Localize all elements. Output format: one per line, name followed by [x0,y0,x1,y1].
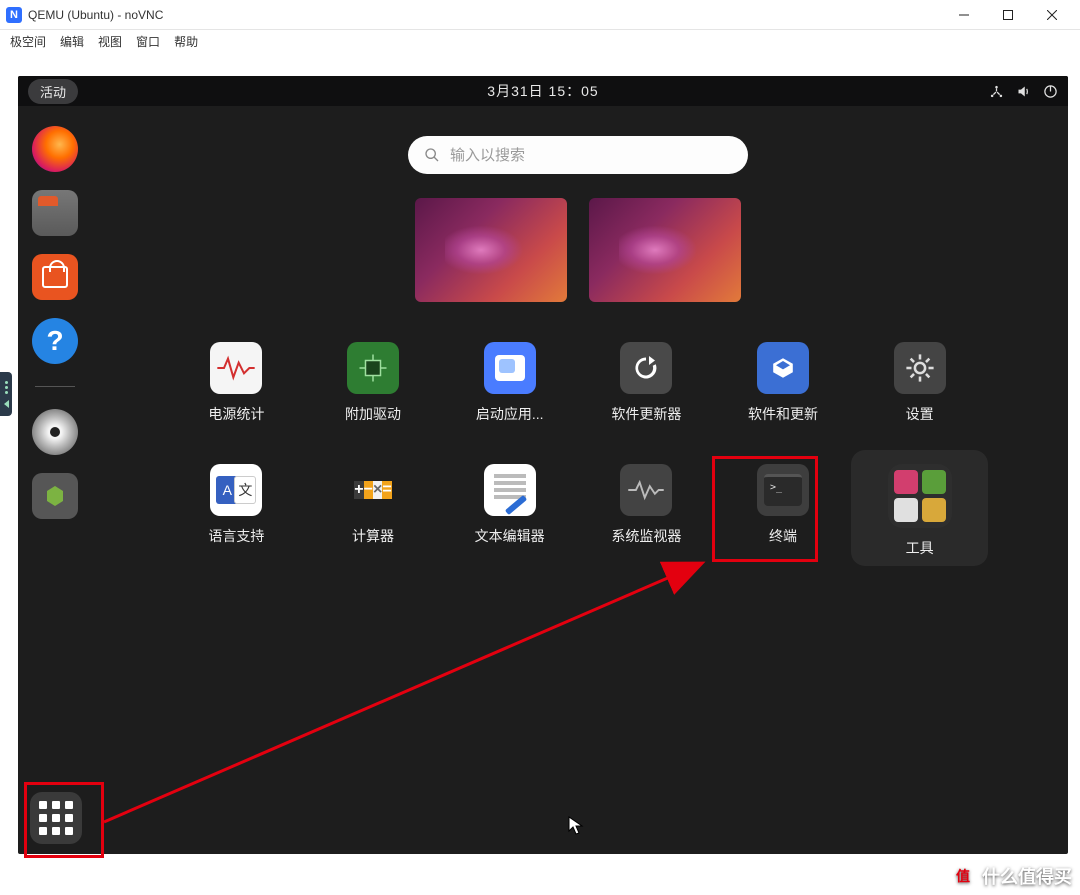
volume-icon [1016,84,1031,99]
clock[interactable]: 3月31日 15：05 [487,81,598,101]
workspace-thumbnail[interactable] [415,198,567,302]
dock-help[interactable]: ? [32,318,78,364]
app-terminal[interactable]: 终端 [715,464,852,566]
system-monitor-icon [620,464,672,516]
watermark-badge: 值 [950,863,976,889]
startup-apps-icon [484,342,536,394]
dock-disk[interactable] [32,409,78,455]
menu-item[interactable]: 视图 [98,33,122,50]
search-icon [424,147,440,163]
ubuntu-desktop: 活动 3月31日 15：05 ? [18,76,1068,854]
menu-bar: 极空间 编辑 视图 窗口 帮助 [0,30,1080,52]
app-language-support[interactable]: A文 语言支持 [168,464,305,566]
dock-firefox[interactable] [32,126,78,172]
novnc-panel-tab[interactable] [0,372,12,416]
power-icon [1043,84,1058,99]
dock-files[interactable] [32,190,78,236]
app-software-updater[interactable]: 软件更新器 [578,342,715,424]
gnome-top-bar: 活动 3月31日 15：05 [18,76,1068,106]
application-grid: 电源统计 附加驱动 启动应用... 软件更新器 [168,342,988,566]
menu-item[interactable]: 极空间 [10,33,46,50]
dock-separator [35,386,75,387]
dock: ? [26,114,84,519]
app-power-statistics[interactable]: 电源统计 [168,342,305,424]
menu-item[interactable]: 窗口 [136,33,160,50]
text-editor-icon [484,464,536,516]
app-text-editor[interactable]: 文本编辑器 [441,464,578,566]
mouse-cursor [568,816,584,841]
tools-folder-icon [888,464,952,528]
drivers-icon [347,342,399,394]
watermark-text: 什么值得买 [982,863,1072,889]
window-titlebar: N QEMU (Ubuntu) - noVNC [0,0,1080,30]
menu-item[interactable]: 编辑 [60,33,84,50]
calculator-icon: +−×= [347,464,399,516]
dock-software-store[interactable] [32,254,78,300]
app-folder-tools[interactable]: 工具 [851,450,988,566]
system-tray[interactable] [989,84,1058,99]
software-updater-icon [620,342,672,394]
dock-trash[interactable] [32,473,78,519]
close-button[interactable] [1030,0,1074,30]
window-title: QEMU (Ubuntu) - noVNC [28,8,163,22]
app-settings[interactable]: 设置 [851,342,988,424]
network-icon [989,84,1004,99]
app-additional-drivers[interactable]: 附加驱动 [305,342,442,424]
activities-button[interactable]: 活动 [28,79,78,104]
app-startup-applications[interactable]: 启动应用... [441,342,578,424]
settings-icon [894,342,946,394]
app-software-sources[interactable]: 软件和更新 [715,342,852,424]
workspace-thumbnail[interactable] [589,198,741,302]
minimize-button[interactable] [942,0,986,30]
activities-overview: 电源统计 附加驱动 启动应用... 软件更新器 [98,116,1058,844]
maximize-button[interactable] [986,0,1030,30]
watermark: 值 什么值得买 [950,863,1072,889]
power-statistics-icon [210,342,262,394]
app-icon: N [6,7,22,23]
language-support-icon: A文 [210,464,262,516]
search-bar[interactable] [408,136,748,174]
menu-item[interactable]: 帮助 [174,33,198,50]
workspace-switcher [98,198,1058,302]
app-calculator[interactable]: +−×= 计算器 [305,464,442,566]
terminal-icon [757,464,809,516]
app-system-monitor[interactable]: 系统监视器 [578,464,715,566]
search-input[interactable] [450,147,732,164]
software-sources-icon [757,342,809,394]
show-applications-button[interactable] [30,792,82,844]
